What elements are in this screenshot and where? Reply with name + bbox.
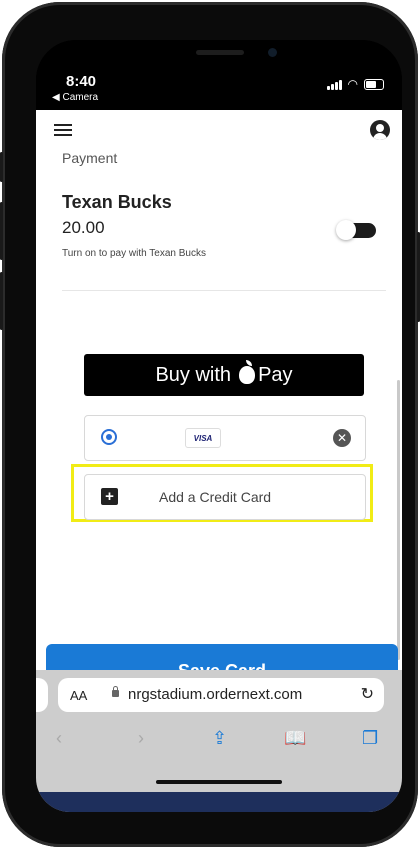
add-credit-card-label: Add a Credit Card <box>159 489 272 505</box>
wifi-icon: ◠ <box>347 77 358 91</box>
tabs-icon[interactable]: ❐ <box>362 728 378 749</box>
visa-logo-icon: VISA <box>185 428 221 448</box>
phone-screen: 8:40 ◀ Camera ◠ Payment Texan Bucks 20.0… <box>36 40 402 812</box>
bookmarks-icon[interactable]: 📖 <box>284 728 306 749</box>
card-radio-selected[interactable] <box>101 429 117 445</box>
volume-up-button <box>0 202 3 260</box>
address-bar[interactable]: AA nrgstadium.ordernext.com ↻ <box>58 678 384 712</box>
phone-frame: 8:40 ◀ Camera ◠ Payment Texan Bucks 20.0… <box>0 2 420 847</box>
save-card-button[interactable]: Save Card <box>46 644 398 670</box>
remove-card-icon[interactable]: ✕ <box>333 429 351 447</box>
texan-bucks-amount: 20.00 <box>62 218 105 237</box>
hamburger-menu-icon[interactable] <box>54 124 72 136</box>
browser-chrome: AA nrgstadium.ordernext.com ↻ ‹ › ⇪ 📖 ❐ <box>36 670 402 812</box>
speaker <box>196 50 244 55</box>
back-icon[interactable]: ‹ <box>56 728 62 749</box>
front-camera <box>268 48 277 57</box>
add-credit-card-button[interactable]: + Add a Credit Card <box>84 474 366 520</box>
apple-pay-prefix: Buy with <box>155 363 232 386</box>
mute-switch <box>0 152 3 182</box>
apple-pay-suffix: Pay <box>258 363 293 386</box>
toggle-knob <box>336 220 356 240</box>
page-footer-strip <box>36 792 402 812</box>
texan-bucks-hint: Turn on to pay with Texan Bucks <box>62 248 206 259</box>
forward-icon[interactable]: › <box>138 728 144 749</box>
previous-tab-peek[interactable] <box>36 678 48 712</box>
scrollbar[interactable] <box>397 380 400 660</box>
volume-down-button <box>0 272 3 330</box>
texan-bucks-title: Texan Bucks <box>62 192 172 212</box>
divider <box>62 290 386 291</box>
account-icon[interactable] <box>370 120 390 140</box>
reload-icon[interactable]: ↻ <box>361 684 374 704</box>
status-time: 8:40 <box>66 73 97 90</box>
apple-pay-button[interactable]: Buy with Pay <box>84 354 364 396</box>
back-to-camera-link[interactable]: ◀ Camera <box>52 92 98 103</box>
battery-icon <box>364 79 384 90</box>
signal-icon <box>326 80 342 90</box>
app-content: Payment Texan Bucks 20.00 Turn on to pay… <box>36 110 402 670</box>
url-text[interactable]: nrgstadium.ordernext.com <box>128 686 302 703</box>
share-icon[interactable]: ⇪ <box>212 728 227 749</box>
saved-card-row[interactable]: VISA ✕ <box>84 415 366 461</box>
apple-logo-icon <box>239 360 256 384</box>
lock-icon <box>112 686 119 697</box>
status-indicators: ◠ <box>326 77 384 91</box>
reader-aa-button[interactable]: AA <box>70 688 87 703</box>
texan-bucks-toggle[interactable] <box>336 220 376 240</box>
top-nav <box>36 110 402 150</box>
home-indicator[interactable] <box>156 780 282 784</box>
section-label: Payment <box>62 150 118 166</box>
plus-icon: + <box>101 488 118 505</box>
